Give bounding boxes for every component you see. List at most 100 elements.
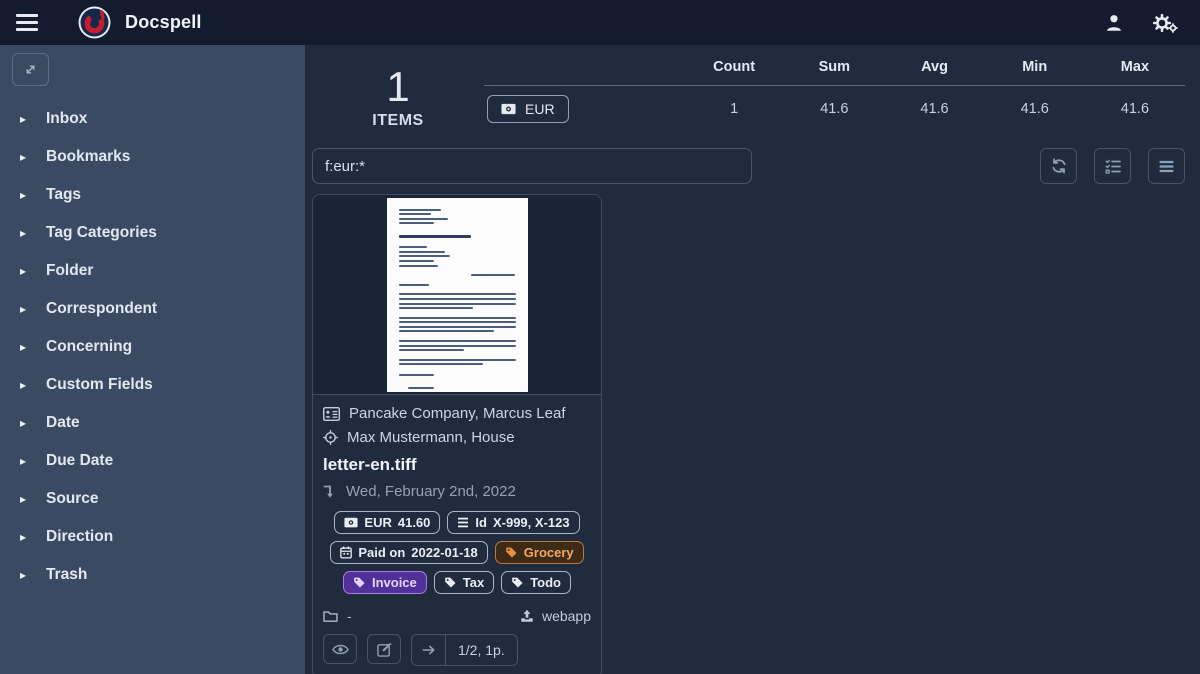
table-row: EUR 1 41.6 41.6 41.6 41.6 [484, 86, 1185, 123]
correspondent-text: Pancake Company, Marcus Leaf [349, 405, 566, 422]
sidebar-item-folder[interactable]: ▸Folder [12, 252, 293, 290]
caret-right-icon: ▸ [20, 303, 29, 315]
caret-right-icon: ▸ [20, 569, 29, 581]
item-card[interactable]: Pancake Company, Marcus Leaf Max Musterm… [312, 194, 602, 674]
custom-id-badge: Id X-999, X-123 [447, 511, 579, 534]
item-date-line: Wed, February 2nd, 2022 [323, 483, 591, 500]
caret-right-icon: ▸ [20, 455, 29, 467]
address-card-icon [323, 407, 340, 421]
preview-button[interactable] [323, 634, 357, 664]
tag-icon [444, 576, 457, 589]
correspondent-line: Pancake Company, Marcus Leaf [323, 405, 591, 422]
caret-right-icon: ▸ [20, 189, 29, 201]
source-value: webapp [542, 608, 591, 624]
sidebar: ▸Inbox ▸Bookmarks ▸Tags ▸Tag Categories … [0, 45, 305, 674]
caret-right-icon: ▸ [20, 379, 29, 391]
stats-summary: 1 ITEMS Count Sum Avg Min Max EUR [312, 57, 1185, 130]
money-bill-icon [501, 103, 516, 115]
folder-source-row: - webapp [313, 604, 601, 630]
app-title: Docspell [125, 12, 202, 33]
main-content: 1 ITEMS Count Sum Avg Min Max EUR [305, 45, 1200, 674]
user-icon[interactable] [1104, 13, 1124, 33]
caret-right-icon: ▸ [20, 493, 29, 505]
upload-icon [520, 609, 534, 623]
edit-icon [377, 642, 392, 657]
sidebar-item-date[interactable]: ▸Date [12, 404, 293, 442]
sidebar-item-inbox[interactable]: ▸Inbox [12, 100, 293, 138]
folder-value: - [347, 608, 352, 624]
col-header-max: Max [1085, 59, 1185, 75]
badge-row-3: Invoice Tax Todo [323, 571, 591, 594]
sidebar-item-tags[interactable]: ▸Tags [12, 176, 293, 214]
items-count-value: 1 [312, 65, 484, 109]
sidebar-item-due-date[interactable]: ▸Due Date [12, 442, 293, 480]
menu-options-button[interactable] [1148, 148, 1185, 184]
items-count-label: ITEMS [312, 112, 484, 130]
tag-icon [353, 576, 366, 589]
tag-icon [511, 576, 524, 589]
stat-min: 41.6 [985, 101, 1085, 117]
refresh-icon [1051, 158, 1067, 174]
collapse-sidebar-button[interactable] [12, 53, 49, 86]
folder-icon [323, 610, 338, 623]
caret-right-icon: ▸ [20, 341, 29, 353]
menu-icon[interactable] [16, 14, 38, 31]
item-date: Wed, February 2nd, 2022 [346, 483, 516, 500]
stat-count: 1 [684, 101, 784, 117]
search-input[interactable] [312, 148, 752, 184]
sidebar-item-source[interactable]: ▸Source [12, 480, 293, 518]
concerning-text: Max Mustermann, House [347, 429, 515, 446]
settings-gears-icon[interactable] [1152, 12, 1178, 34]
refresh-button[interactable] [1040, 148, 1077, 184]
sidebar-item-trash[interactable]: ▸Trash [12, 556, 293, 594]
caret-right-icon: ▸ [20, 531, 29, 543]
badge-row-2: Paid on 2022-01-18 Grocery [323, 541, 591, 564]
select-mode-button[interactable] [1094, 148, 1131, 184]
open-detail-button[interactable] [412, 635, 446, 665]
tag-badge-invoice[interactable]: Invoice [343, 571, 427, 594]
stat-sum: 41.6 [784, 101, 884, 117]
money-bill-icon [344, 517, 358, 528]
calendar-icon [340, 546, 352, 559]
tag-category-badge[interactable]: Grocery [495, 541, 584, 564]
sidebar-item-tag-categories[interactable]: ▸Tag Categories [12, 214, 293, 252]
card-footer: 1/2, 1p. [313, 630, 601, 674]
arrow-right-icon [422, 644, 436, 656]
sidebar-item-custom-fields[interactable]: ▸Custom Fields [12, 366, 293, 404]
col-header-count: Count [684, 59, 784, 75]
top-navbar: Docspell [0, 0, 1200, 45]
document-thumbnail[interactable] [313, 195, 601, 395]
eye-icon [332, 643, 349, 656]
col-header-sum: Sum [784, 59, 884, 75]
tag-badge-tax[interactable]: Tax [434, 571, 494, 594]
stat-max: 41.6 [1085, 101, 1185, 117]
item-name[interactable]: letter-en.tiff [323, 455, 591, 475]
col-header-avg: Avg [884, 59, 984, 75]
paid-date-badge: Paid on 2022-01-18 [330, 541, 487, 564]
caret-right-icon: ▸ [20, 417, 29, 429]
docspell-logo-icon [78, 6, 111, 39]
tag-icon [505, 546, 518, 559]
stat-avg: 41.6 [884, 101, 984, 117]
currency-badge: EUR [487, 95, 569, 123]
badge-row-1: EUR 41.60 Id X-999, X-123 [323, 511, 591, 534]
bars-icon [457, 517, 469, 528]
caret-right-icon: ▸ [20, 151, 29, 163]
arrow-turn-down-icon [323, 485, 335, 499]
sidebar-item-concerning[interactable]: ▸Concerning [12, 328, 293, 366]
col-header-min: Min [985, 59, 1085, 75]
concerning-line: Max Mustermann, House [323, 429, 591, 446]
crosshair-icon [323, 430, 338, 445]
bars-icon [1159, 160, 1174, 173]
sidebar-item-direction[interactable]: ▸Direction [12, 518, 293, 556]
sidebar-item-bookmarks[interactable]: ▸Bookmarks [12, 138, 293, 176]
amount-badge: EUR 41.60 [334, 511, 440, 534]
edit-button[interactable] [367, 634, 401, 664]
pages-group: 1/2, 1p. [411, 634, 518, 666]
caret-right-icon: ▸ [20, 113, 29, 125]
sidebar-nav: ▸Inbox ▸Bookmarks ▸Tags ▸Tag Categories … [12, 100, 293, 594]
caret-right-icon: ▸ [20, 227, 29, 239]
sidebar-item-correspondent[interactable]: ▸Correspondent [12, 290, 293, 328]
tag-badge-todo[interactable]: Todo [501, 571, 571, 594]
tasks-list-icon [1105, 159, 1121, 174]
